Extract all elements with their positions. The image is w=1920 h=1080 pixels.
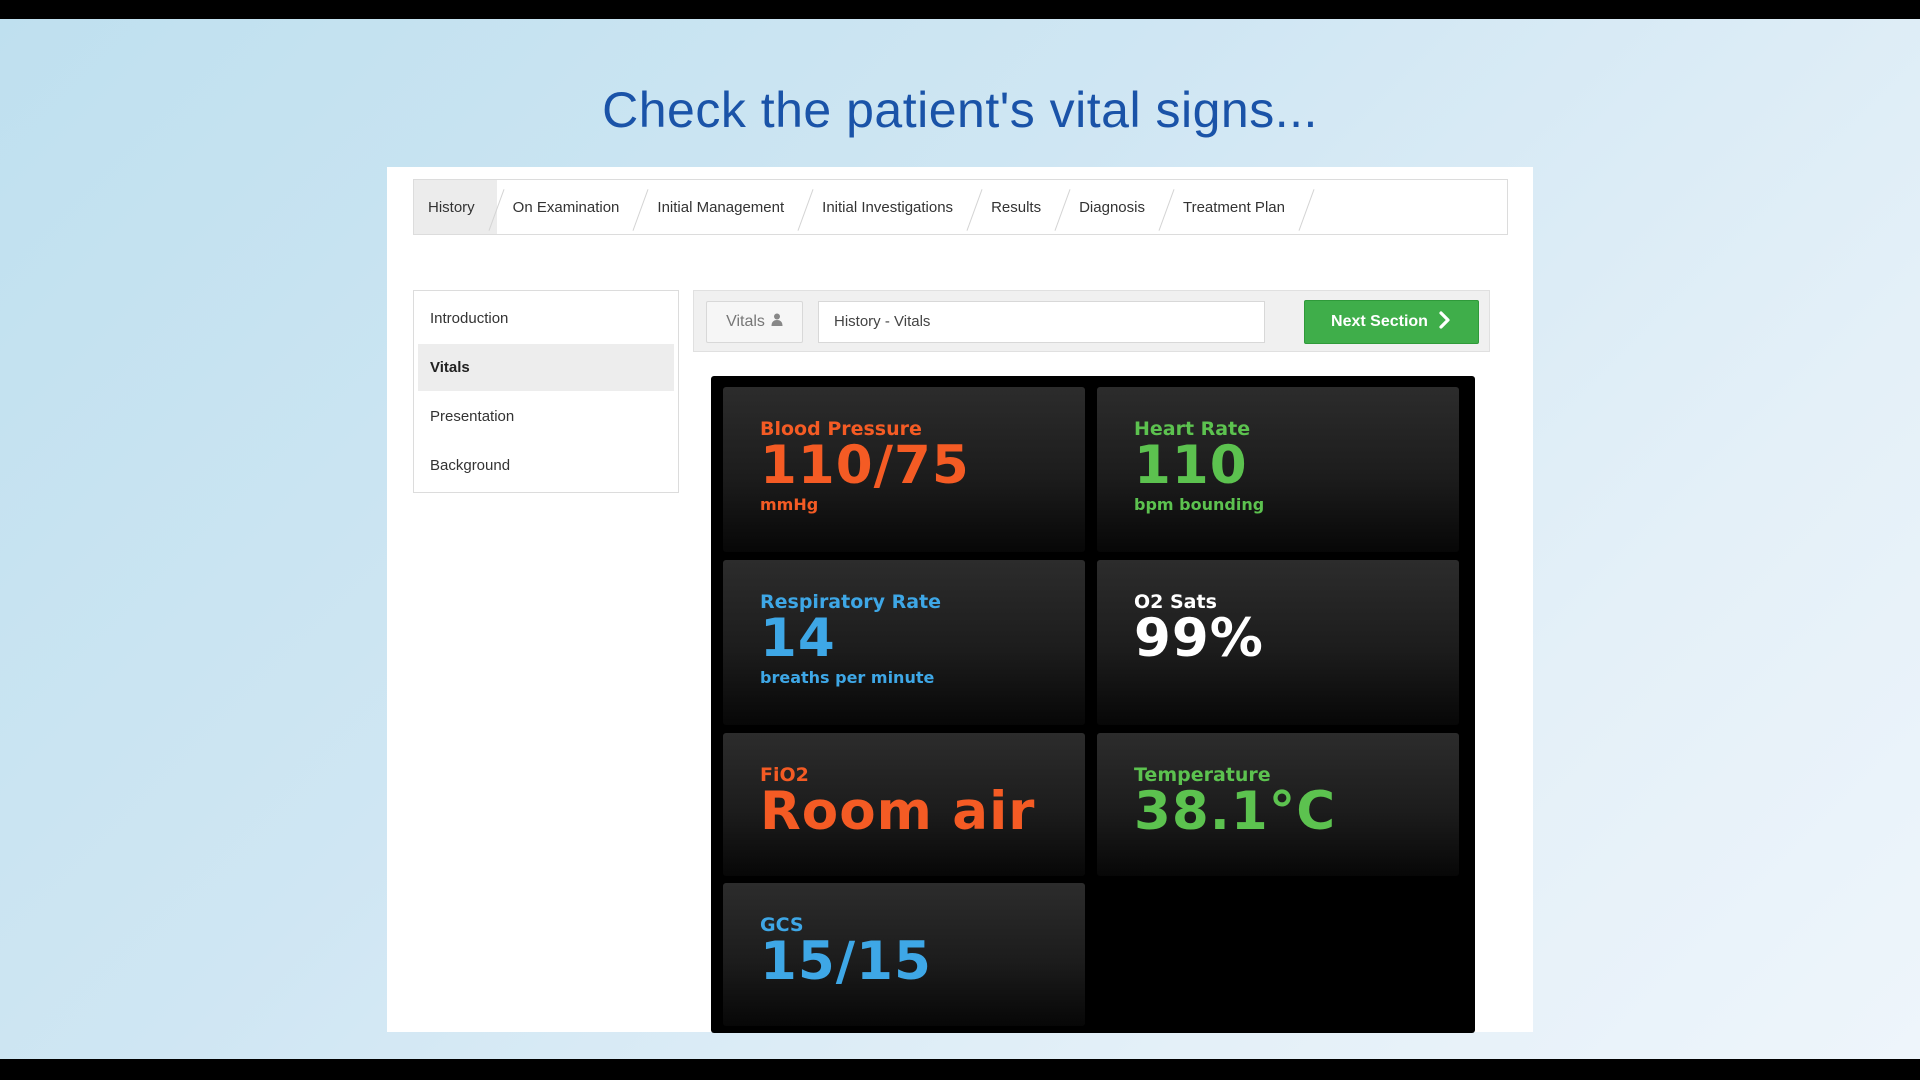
sidebar-item-presentation[interactable]: Presentation xyxy=(418,393,674,440)
breadcrumb: History - Vitals xyxy=(818,301,1265,343)
section-toolbar: Vitals History - Vitals Next Section xyxy=(693,290,1490,352)
next-section-button[interactable]: Next Section xyxy=(1304,300,1479,344)
tab-treatment-plan[interactable]: Treatment Plan xyxy=(1167,180,1307,234)
tab-results[interactable]: Results xyxy=(975,180,1063,234)
fio2-value: Room air xyxy=(760,781,1036,842)
tab-on-examination[interactable]: On Examination xyxy=(497,180,642,234)
tab-diagnosis[interactable]: Diagnosis xyxy=(1063,180,1167,234)
blood-pressure-unit: mmHg xyxy=(760,495,819,514)
respiratory-rate-unit: breaths per minute xyxy=(760,668,935,687)
o2-sats-tile: O2 Sats 99% xyxy=(1097,560,1459,725)
chevron-right-icon xyxy=(1438,310,1452,334)
temperature-value: 38.1°C xyxy=(1134,781,1337,842)
heart-rate-unit: bpm bounding xyxy=(1134,495,1265,514)
tab-initial-investigations[interactable]: Initial Investigations xyxy=(806,180,975,234)
heart-rate-tile: Heart Rate 110 bpm bounding xyxy=(1097,387,1459,552)
next-section-label: Next Section xyxy=(1331,313,1428,330)
blood-pressure-value: 110/75 xyxy=(760,435,970,496)
case-app-panel: History On Examination Initial Managemen… xyxy=(387,167,1533,1033)
sidebar-item-vitals[interactable]: Vitals xyxy=(418,344,674,391)
vitals-monitor: Blood Pressure 110/75 mmHg Heart Rate 11… xyxy=(711,376,1475,1033)
user-icon xyxy=(771,313,783,331)
sidebar-item-introduction[interactable]: Introduction xyxy=(418,295,674,342)
respiratory-rate-tile: Respiratory Rate 14 breaths per minute xyxy=(723,560,1085,725)
gcs-tile: GCS 15/15 xyxy=(723,883,1085,1026)
respiratory-rate-value: 14 xyxy=(760,608,836,669)
sidebar-item-background[interactable]: Background xyxy=(418,442,674,489)
vitals-button-label: Vitals xyxy=(726,313,765,330)
tab-history[interactable]: History xyxy=(414,180,497,234)
slide-background: Check the patient's vital signs... Histo… xyxy=(0,19,1920,1059)
vitals-button[interactable]: Vitals xyxy=(706,301,803,343)
o2-sats-value: 99% xyxy=(1134,608,1264,669)
heart-rate-value: 110 xyxy=(1134,435,1248,496)
fio2-tile: FiO2 Room air xyxy=(723,733,1085,876)
gcs-value: 15/15 xyxy=(760,931,932,992)
tab-initial-management[interactable]: Initial Management xyxy=(641,180,806,234)
subsection-list: Introduction Vitals Presentation Backgro… xyxy=(413,290,679,493)
page-title: Check the patient's vital signs... xyxy=(602,82,1318,138)
temperature-tile: Temperature 38.1°C xyxy=(1097,733,1459,876)
section-tabs: History On Examination Initial Managemen… xyxy=(413,179,1508,235)
blood-pressure-tile: Blood Pressure 110/75 mmHg xyxy=(723,387,1085,552)
